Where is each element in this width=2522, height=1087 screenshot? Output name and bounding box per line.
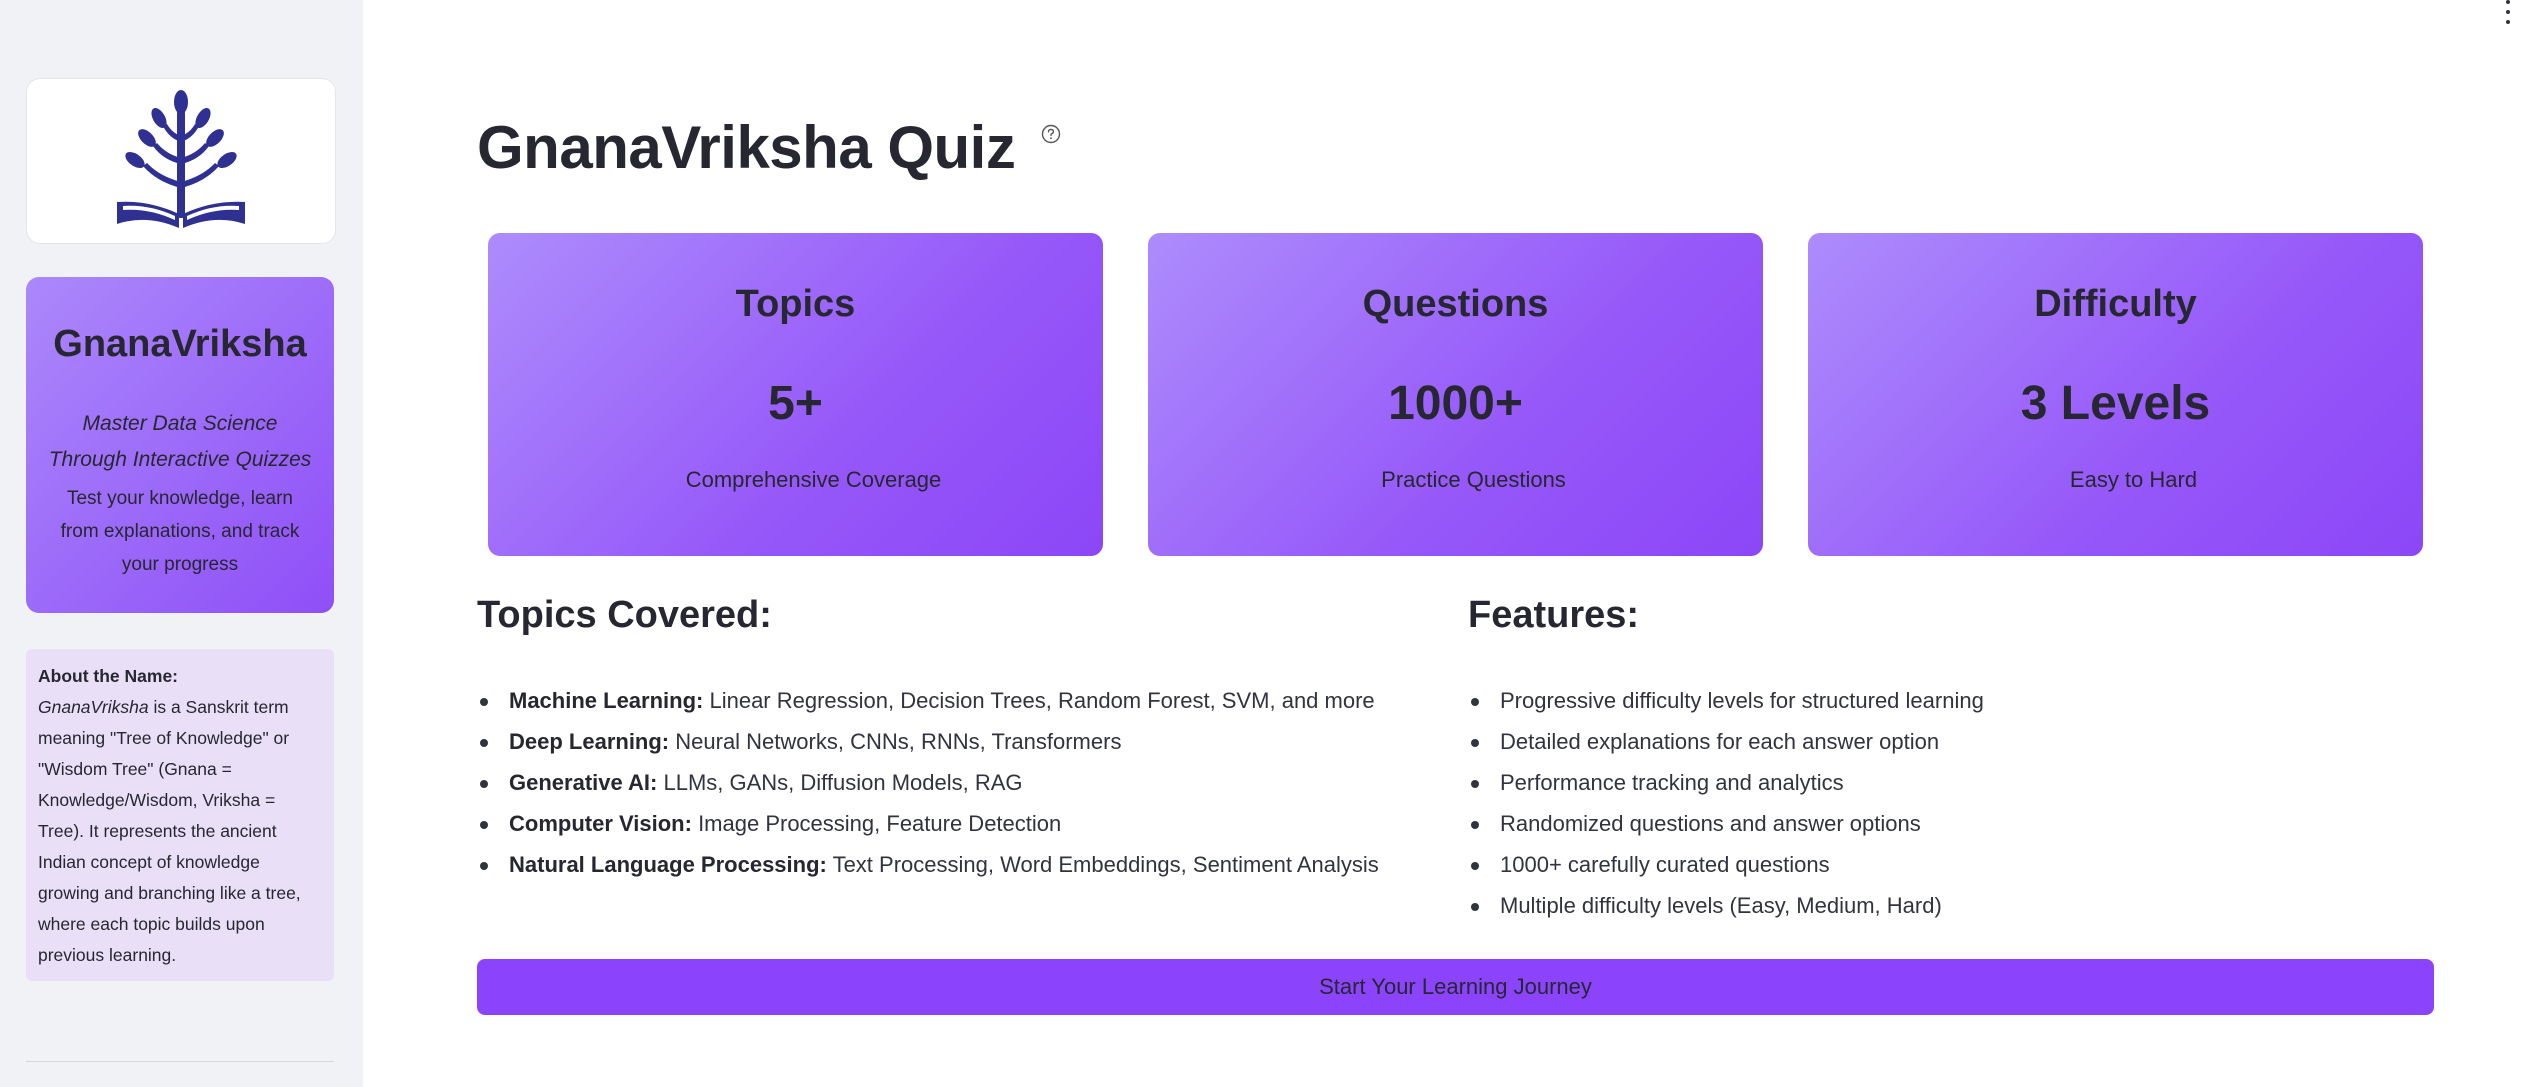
list-item: Generative AI: LLMs, GANs, Diffusion Mod… bbox=[477, 765, 1379, 806]
brand-desc-line-3: your progress bbox=[121, 554, 239, 575]
help-circle-icon[interactable] bbox=[1041, 124, 1061, 144]
stat-card-topics: Topics 5+ Comprehensive Coverage bbox=[488, 233, 1103, 556]
topic-name: Generative AI: bbox=[509, 770, 658, 795]
list-item: Machine Learning: Linear Regression, Dec… bbox=[477, 683, 1379, 724]
sidebar: GnanaVriksha Master Data Science Through… bbox=[0, 0, 363, 1087]
brand-desc-line-1: Test your knowledge, learn bbox=[66, 488, 293, 509]
about-name-card: About the Name: GnanaVriksha is a Sanskr… bbox=[26, 649, 334, 981]
topic-detail: Image Processing, Feature Detection bbox=[691, 811, 1062, 836]
topics-covered-heading: Topics Covered: bbox=[477, 594, 772, 636]
list-item: Natural Language Processing: Text Proces… bbox=[477, 847, 1379, 888]
about-line: meaning "Tree of Knowledge" or bbox=[38, 728, 290, 748]
brand-card: GnanaVriksha Master Data Science Through… bbox=[26, 277, 334, 613]
about-line: where each topic builds upon bbox=[38, 914, 265, 934]
features-list: Progressive difficulty levels for struct… bbox=[1468, 683, 1984, 929]
features-heading: Features: bbox=[1468, 594, 1640, 636]
about-title: About the Name: bbox=[38, 666, 178, 686]
brand-tagline-line-1: Master Data Science bbox=[82, 412, 278, 435]
topic-detail: Neural Networks, CNNs, RNNs, Transformer… bbox=[669, 729, 1122, 754]
about-term: GnanaVriksha bbox=[38, 697, 149, 717]
stat-value: 1000+ bbox=[1388, 377, 1523, 430]
stat-value: 3 Levels bbox=[2020, 377, 2211, 430]
about-line: Knowledge/Wisdom, Vriksha = bbox=[38, 790, 276, 810]
list-item: Deep Learning: Neural Networks, CNNs, RN… bbox=[477, 724, 1379, 765]
stat-card-questions: Questions 1000+ Practice Questions bbox=[1148, 233, 1763, 556]
list-item: 1000+ carefully curated questions bbox=[1468, 847, 1984, 888]
list-item: Multiple difficulty levels (Easy, Medium… bbox=[1468, 888, 1984, 929]
page-title: GnanaVriksha Quiz bbox=[477, 114, 1016, 181]
about-line: previous learning. bbox=[38, 945, 177, 965]
list-item: Randomized questions and answer options bbox=[1468, 806, 1984, 847]
start-learning-button[interactable]: Start Your Learning Journey bbox=[477, 959, 2434, 1015]
topic-detail: LLMs, GANs, Diffusion Models, RAG bbox=[657, 770, 1023, 795]
main-menu-kebab-icon[interactable] bbox=[2504, 0, 2512, 24]
stat-label: Topics bbox=[735, 283, 856, 325]
list-item: Progressive difficulty levels for struct… bbox=[1468, 683, 1984, 724]
stat-label: Difficulty bbox=[2034, 283, 2197, 325]
brand-description: Test your knowledge, learn from explanat… bbox=[48, 482, 312, 581]
sidebar-divider bbox=[26, 1061, 334, 1062]
list-item: Computer Vision: Image Processing, Featu… bbox=[477, 806, 1379, 847]
about-line: Tree). It represents the ancient bbox=[38, 821, 277, 841]
brand-tagline-line-2: Through Interactive Quizzes bbox=[48, 448, 312, 471]
stat-card-difficulty: Difficulty 3 Levels Easy to Hard bbox=[1808, 233, 2423, 556]
topic-name: Machine Learning: bbox=[509, 688, 704, 713]
list-item: Performance tracking and analytics bbox=[1468, 765, 1984, 806]
logo-card bbox=[26, 78, 336, 244]
about-line: "Wisdom Tree" (Gnana = bbox=[38, 759, 232, 779]
topic-name: Deep Learning: bbox=[509, 729, 670, 754]
stat-subtext: Comprehensive Coverage bbox=[685, 467, 942, 492]
topic-name: Natural Language Processing: bbox=[509, 852, 827, 877]
list-item: Detailed explanations for each answer op… bbox=[1468, 724, 1984, 765]
about-line: growing and branching like a tree, bbox=[38, 883, 301, 903]
about-line: GnanaVriksha is a Sanskrit term bbox=[38, 692, 322, 723]
stat-subtext: Easy to Hard bbox=[2069, 467, 2198, 492]
stat-label: Questions bbox=[1362, 283, 1549, 325]
about-line: Indian concept of knowledge bbox=[38, 852, 260, 872]
topics-list: Machine Learning: Linear Regression, Dec… bbox=[477, 683, 1379, 888]
stat-value: 5+ bbox=[768, 377, 823, 430]
topic-name: Computer Vision: bbox=[509, 811, 692, 836]
about-line-text: is a Sanskrit term bbox=[148, 697, 289, 717]
topic-detail: Text Processing, Word Embeddings, Sentim… bbox=[826, 852, 1379, 877]
brand-desc-line-2: from explanations, and track bbox=[60, 521, 300, 542]
tree-of-knowledge-book-icon bbox=[117, 90, 245, 228]
topic-detail: Linear Regression, Decision Trees, Rando… bbox=[703, 688, 1375, 713]
stat-subtext: Practice Questions bbox=[1381, 467, 1566, 492]
brand-title: GnanaVriksha bbox=[53, 323, 307, 365]
